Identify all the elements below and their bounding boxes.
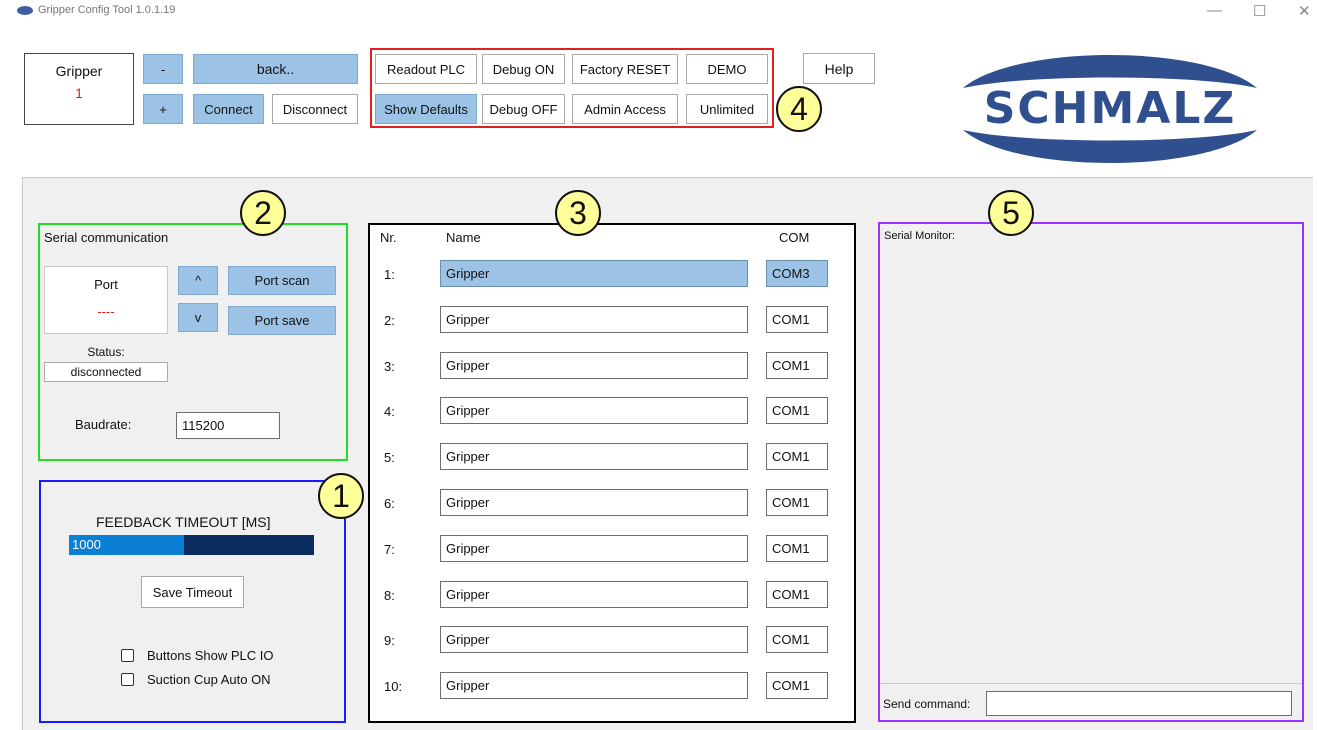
help-button[interactable]: Help [803,53,875,84]
gripper-row-com-input[interactable]: COM1 [766,489,828,516]
gripper-row-name-input[interactable]: Gripper [440,535,748,562]
port-up-button[interactable]: ^ [178,266,218,295]
minimize-icon[interactable]: — [1207,2,1222,19]
gripper-row-nr: 3: [384,359,395,374]
gripper-row-name-input[interactable]: Gripper [440,260,748,287]
back-button[interactable]: back.. [193,54,358,84]
gripper-selector: Gripper 1 [24,53,134,125]
gripper-row-name-input[interactable]: Gripper [440,397,748,424]
gripper-row-nr: 9: [384,633,395,648]
status-value: disconnected [44,362,168,382]
feedback-value: 1000 [72,537,101,552]
gripper-row-com-input[interactable]: COM1 [766,352,828,379]
feedback-title: FEEDBACK TIMEOUT [MS] [96,514,271,530]
gripper-row-name-input[interactable]: Gripper [440,626,748,653]
admin-access-button[interactable]: Admin Access [572,94,678,124]
gripper-row-nr: 2: [384,313,395,328]
gripper-row-nr: 1: [384,267,395,282]
unlimited-button[interactable]: Unlimited [686,94,768,124]
buttons-show-plc-io-label: Buttons Show PLC IO [147,648,274,663]
port-label: Port [94,277,118,292]
gripper-row-name-input[interactable]: Gripper [440,443,748,470]
gripper-row-com-input[interactable]: COM1 [766,397,828,424]
gripper-row-com-input[interactable]: COM1 [766,443,828,470]
port-value: ---- [97,304,115,319]
window-title: Gripper Config Tool 1.0.1.19 [38,4,176,16]
save-timeout-button[interactable]: Save Timeout [141,576,244,608]
gripper-row-com-input[interactable]: COM1 [766,535,828,562]
gripper-row-nr: 6: [384,496,395,511]
gripper-row-nr: 8: [384,588,395,603]
close-icon[interactable]: ✕ [1298,2,1311,20]
status-label: Status: [87,345,125,359]
connect-button[interactable]: Connect [193,94,264,124]
annotation-5: 5 [988,190,1034,236]
gripper-row-com-input[interactable]: COM1 [766,306,828,333]
send-command-divider [880,683,1302,684]
annotation-2: 2 [240,190,286,236]
send-command-input[interactable] [986,691,1292,716]
readout-plc-button[interactable]: Readout PLC [375,54,477,84]
logo-text: SCHMALZ [983,83,1237,134]
suction-cup-auto-on-label: Suction Cup Auto ON [147,672,271,687]
factory-reset-button[interactable]: Factory RESET [572,54,678,84]
annotation-4: 4 [776,86,822,132]
gripper-row-name-input[interactable]: Gripper [440,489,748,516]
baudrate-input[interactable]: 115200 [176,412,280,439]
gripper-row-nr: 5: [384,450,395,465]
annotation-1: 1 [318,473,364,519]
annotation-3: 3 [555,190,601,236]
serial-monitor-panel [878,222,1304,722]
gripper-row-com-input[interactable]: COM1 [766,581,828,608]
serial-title: Serial communication [44,230,169,245]
port-scan-button[interactable]: Port scan [228,266,336,295]
gripper-row-nr: 10: [384,679,403,694]
feedback-timeout-slider[interactable]: 1000 [69,535,314,555]
port-box: Port ---- [44,266,168,334]
maximize-icon[interactable]: ☐ [1253,2,1266,20]
minus-button[interactable]: - [143,54,183,84]
gripper-number: 1 [75,85,83,101]
header-com: COM [779,230,810,245]
port-save-button[interactable]: Port save [228,306,336,335]
gripper-row-nr: 4: [384,404,395,419]
disconnect-button[interactable]: Disconnect [272,94,358,124]
header-name: Name [446,230,481,245]
gripper-row-com-input[interactable]: COM1 [766,672,828,699]
port-down-button[interactable]: v [178,303,218,332]
app-icon [17,6,33,15]
show-defaults-button[interactable]: Show Defaults [375,94,477,124]
plus-button[interactable]: + [143,94,183,124]
baudrate-label: Baudrate: [75,417,132,432]
gripper-row-nr: 7: [384,542,395,557]
gripper-row-name-input[interactable]: Gripper [440,306,748,333]
gripper-row-com-input[interactable]: COM3 [766,260,828,287]
demo-button[interactable]: DEMO [686,54,768,84]
debug-off-button[interactable]: Debug OFF [482,94,565,124]
serial-monitor-title: Serial Monitor: [884,230,955,242]
send-command-label: Send command: [883,697,971,711]
debug-on-button[interactable]: Debug ON [482,54,565,84]
gripper-row-name-input[interactable]: Gripper [440,581,748,608]
gripper-label: Gripper [55,63,103,79]
schmalz-logo: SCHMALZ [955,50,1265,165]
suction-cup-auto-on-checkbox[interactable] [121,673,134,686]
gripper-row-com-input[interactable]: COM1 [766,626,828,653]
header-nr: Nr. [380,230,397,245]
gripper-row-name-input[interactable]: Gripper [440,672,748,699]
gripper-row-name-input[interactable]: Gripper [440,352,748,379]
buttons-show-plc-io-checkbox[interactable] [121,649,134,662]
